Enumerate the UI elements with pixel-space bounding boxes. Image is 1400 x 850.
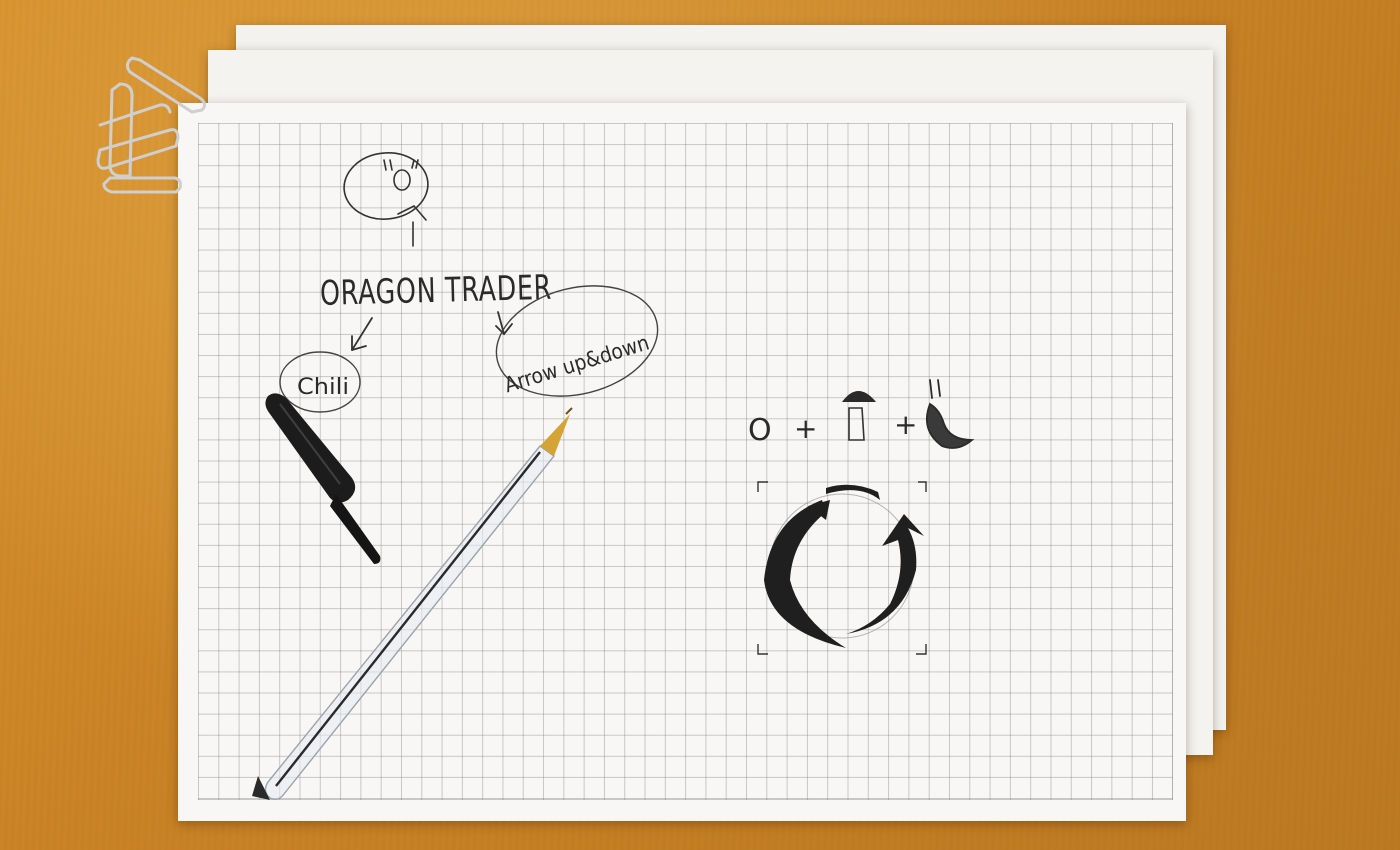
arrow-down-left-icon xyxy=(351,317,373,351)
paper-clips-icon xyxy=(96,56,207,194)
chili-icon xyxy=(926,379,975,449)
equation-plus-1: + xyxy=(794,412,817,445)
face-sketch-icon xyxy=(343,152,429,247)
arrow-down-icon xyxy=(495,311,513,336)
label-arrow-updown: Arrow up&down xyxy=(502,330,652,397)
refresh-arrows-icon xyxy=(757,481,927,655)
sketch-title: ORAGON TRADER xyxy=(320,268,553,314)
pen-cap-icon xyxy=(265,393,381,564)
label-chili: Chili xyxy=(297,375,349,400)
equation-plus-2: + xyxy=(894,408,917,441)
ballpoint-pen-icon xyxy=(252,407,573,801)
sketch-layer: ORAGON TRADER Chili Arrow up&down O + + xyxy=(96,56,975,801)
mushroom-icon xyxy=(842,391,876,441)
equation-circle-symbol: O xyxy=(748,413,772,448)
